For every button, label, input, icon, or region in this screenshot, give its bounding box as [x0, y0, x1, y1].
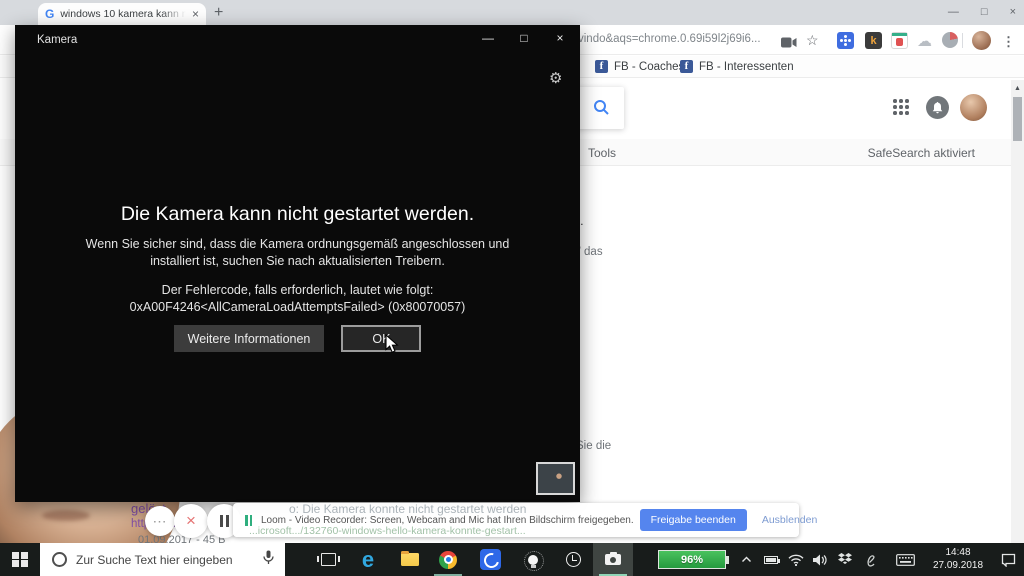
tray-volume-icon[interactable]: [810, 543, 830, 576]
camera-error-headline: Die Kamera kann nicht gestartet werden.: [15, 203, 580, 226]
desktop: G windows 10 kamera kann nicht g × + — □…: [0, 0, 1024, 576]
alarm-clock-icon: [566, 552, 581, 567]
action-center-button[interactable]: [996, 543, 1020, 576]
camera-icon: [605, 554, 621, 565]
loom-app-button[interactable]: [470, 543, 510, 576]
extension-blue-icon[interactable]: [837, 32, 854, 49]
browser-profile-avatar[interactable]: [972, 31, 991, 50]
toolbar-divider: [962, 33, 963, 48]
page-scrollbar[interactable]: ▲: [1011, 80, 1024, 543]
clock-time: 14:48: [920, 546, 996, 559]
recording-pause-icon: [245, 515, 252, 526]
task-view-button[interactable]: [308, 543, 348, 576]
battery-meter-badge[interactable]: 96%: [658, 550, 726, 569]
browser-menu-icon[interactable]: ⋮: [1002, 34, 1015, 50]
more-information-button[interactable]: Weitere Informationen: [174, 325, 325, 352]
lightbulb-icon: [528, 555, 538, 565]
edge-button[interactable]: e: [348, 543, 388, 576]
tab-strip: G windows 10 kamera kann nicht g × + — □…: [0, 0, 1024, 25]
folder-icon: [401, 553, 419, 566]
swirl-app-icon: [480, 549, 501, 570]
screen-share-notification-bar: o: Die Kamera konnte nicht gestartet wer…: [233, 503, 799, 537]
windows-taskbar: Zur Suche Text hier eingeben e 96%: [0, 543, 1024, 576]
tray-dropbox-icon[interactable]: [835, 543, 855, 576]
new-tab-button[interactable]: +: [214, 4, 223, 22]
tray-wifi-icon[interactable]: [786, 543, 806, 576]
browser-tab[interactable]: G windows 10 kamera kann nicht g ×: [38, 3, 206, 25]
microphone-icon[interactable]: [263, 550, 274, 570]
edge-icon: e: [362, 549, 374, 571]
tab-title: windows 10 kamera kann nicht g: [60, 8, 186, 20]
mouse-cursor: [385, 334, 400, 359]
google-favicon-icon: G: [45, 7, 54, 21]
hide-bar-button[interactable]: Ausblenden: [762, 514, 817, 526]
bookmark-label: FB - Coaches: [614, 61, 684, 73]
taskbar-search-placeholder: Zur Suche Text hier eingeben: [76, 553, 263, 567]
extension-cloud-icon[interactable]: ☁: [917, 34, 932, 49]
camera-app-button[interactable]: [593, 543, 633, 576]
lamp-app-button[interactable]: [513, 543, 553, 576]
camera-settings-gear-icon[interactable]: ⚙: [549, 69, 562, 87]
camera-maximize-button[interactable]: □: [506, 25, 542, 51]
address-bar[interactable]: vindo&aqs=chrome.0.69i59l2j69i6...: [578, 33, 761, 45]
cortana-icon: [52, 552, 67, 567]
notifications-bell-icon[interactable]: [926, 96, 949, 119]
search-icon[interactable]: [593, 99, 610, 121]
tray-battery-icon[interactable]: [760, 543, 782, 576]
camera-roll-thumbnail[interactable]: [536, 462, 575, 495]
tray-pen-icon[interactable]: [861, 543, 881, 576]
google-apps-grid-icon[interactable]: [893, 99, 910, 116]
extension-keepa-icon[interactable]: k: [865, 32, 882, 49]
browser-minimize-button[interactable]: —: [948, 4, 959, 20]
bookmark-fb-coaches[interactable]: f FB - Coaches: [595, 60, 684, 73]
start-button[interactable]: [0, 543, 40, 576]
browser-close-button[interactable]: ×: [1010, 4, 1016, 20]
camera-error-code: 0xA00F4246<AllCameraLoadAttemptsFailed> …: [15, 300, 580, 314]
stop-sharing-button[interactable]: Freigabe beenden: [640, 509, 747, 531]
share-message: Loom - Video Recorder: Screen, Webcam an…: [261, 515, 634, 526]
scrollbar-thumb[interactable]: [1013, 97, 1022, 141]
task-view-icon: [321, 553, 336, 566]
taskbar-search-box[interactable]: Zur Suche Text hier eingeben: [40, 543, 285, 576]
windows-logo-icon: [12, 552, 28, 568]
bookmark-fb-interessenten[interactable]: f FB - Interessenten: [680, 60, 794, 73]
browser-maximize-button[interactable]: □: [981, 4, 988, 20]
page-text-fragment: ” das: [577, 246, 603, 258]
camera-error-code-intro: Der Fehlercode, falls erforderlich, laut…: [15, 283, 580, 297]
chrome-icon: [439, 551, 457, 569]
ok-button[interactable]: OK: [341, 325, 421, 352]
tools-menu[interactable]: Tools: [588, 146, 616, 160]
loom-cancel-button[interactable]: ×: [174, 504, 208, 538]
safesearch-status[interactable]: SafeSearch aktiviert: [868, 146, 975, 160]
tab-close-icon[interactable]: ×: [192, 8, 199, 20]
extension-shield-icon[interactable]: [891, 32, 908, 49]
loom-more-button[interactable]: ⋯: [145, 506, 175, 536]
camera-minimize-button[interactable]: —: [470, 25, 506, 51]
google-profile-avatar[interactable]: [960, 94, 987, 121]
scroll-up-icon[interactable]: ▲: [1014, 85, 1021, 92]
tray-touch-keyboard-icon[interactable]: [893, 543, 917, 576]
facebook-icon: f: [680, 60, 693, 73]
camera-error-body: Wenn Sie sicher sind, dass die Kamera or…: [75, 236, 520, 269]
taskbar-clock[interactable]: 14:48 27.09.2018: [920, 546, 996, 572]
camera-app-window: Kamera — □ × ⚙ Die Kamera kann nicht ges…: [15, 25, 580, 502]
tray-expand-button[interactable]: [737, 543, 755, 576]
tab-media-camera-icon[interactable]: [781, 35, 797, 53]
battery-percent: 96%: [681, 554, 703, 566]
bookmark-star-icon[interactable]: ☆: [806, 32, 819, 49]
alarms-app-button[interactable]: [553, 543, 593, 576]
chrome-button[interactable]: [428, 543, 468, 576]
facebook-icon: f: [595, 60, 608, 73]
clock-date: 27.09.2018: [920, 559, 996, 572]
file-explorer-button[interactable]: [390, 543, 430, 576]
bookmark-label: FB - Interessenten: [699, 61, 794, 73]
page-text-fragment: Sie die: [576, 440, 611, 452]
camera-close-button[interactable]: ×: [542, 25, 578, 51]
camera-window-title: Kamera: [37, 34, 77, 46]
extension-circle-icon[interactable]: [942, 32, 958, 48]
